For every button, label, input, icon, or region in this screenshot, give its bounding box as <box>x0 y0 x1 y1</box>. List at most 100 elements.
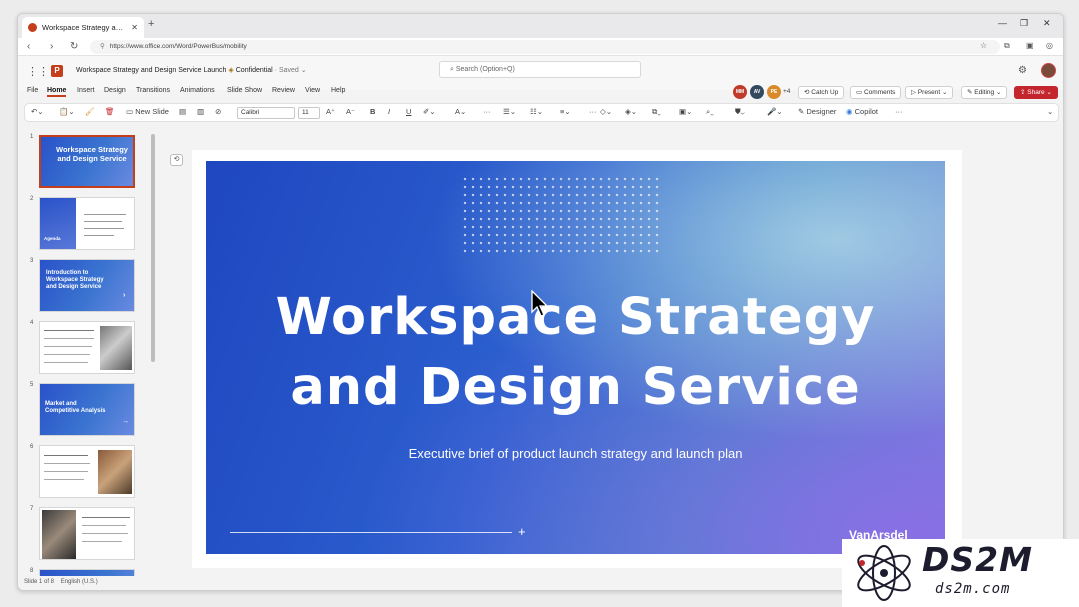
url-field[interactable]: ⚲ https://www.office.com/Word/PowerBus/mo… <box>90 40 1000 54</box>
slide-subtitle[interactable]: Executive brief of product launch strate… <box>206 446 945 461</box>
collaborator-avatar[interactable]: MM <box>733 85 747 99</box>
tab-design[interactable]: Design <box>104 87 126 94</box>
thumb-title: Introduction to Workspace Strategy and D… <box>46 270 104 290</box>
favorite-star-icon[interactable]: ☆ <box>980 41 987 50</box>
new-slide-button[interactable]: ▭ New Slide <box>126 107 169 116</box>
shape-fill-icon[interactable]: ◈⌄ <box>625 107 637 116</box>
undo-icon[interactable]: ↶⌄ <box>31 107 44 116</box>
back-icon[interactable]: ‹ <box>27 41 30 52</box>
font-size-select[interactable]: 11 <box>298 107 320 119</box>
dictate-icon[interactable]: 🎤⌄ <box>767 107 783 116</box>
browser-tab-title: Workspace Strategy and Ds... <box>42 23 126 32</box>
shapes-icon[interactable]: ◇⌄ <box>600 107 612 116</box>
delete-icon[interactable]: 🗑 <box>105 107 115 116</box>
slide-title[interactable]: Workspace Strategy and Design Service <box>206 283 945 423</box>
more-font-icon[interactable]: ··· <box>483 107 491 116</box>
editing-mode-button[interactable]: ✎ Editing ⌄ <box>961 86 1008 99</box>
font-name-select[interactable]: Calibri <box>237 107 295 119</box>
collaborator-avatar[interactable]: PE <box>767 85 781 99</box>
slide-thumbnails-panel: 1 Workspace Strategy and Design Service … <box>24 128 162 576</box>
slide-thumbnail-8[interactable] <box>39 569 135 576</box>
thumb-text-line <box>44 354 90 355</box>
tab-home[interactable]: Home <box>47 87 67 97</box>
increase-font-icon[interactable]: A⁺ <box>326 107 335 116</box>
extensions-icon[interactable]: ▣ <box>1026 41 1034 50</box>
document-name: Workspace Strategy and Design Service La… <box>76 67 227 74</box>
font-color-icon[interactable]: A⌄ <box>455 107 466 116</box>
forward-icon[interactable]: › <box>50 41 53 52</box>
underline-icon[interactable]: U <box>406 107 411 116</box>
settings-gear-icon[interactable]: ⚙ <box>1018 65 1027 76</box>
tab-insert[interactable]: Insert <box>77 87 95 94</box>
document-title[interactable]: Workspace Strategy and Design Service La… <box>76 66 307 74</box>
decrease-font-icon[interactable]: A⁻ <box>346 107 355 116</box>
catch-up-label: Catch Up <box>811 89 839 96</box>
sensitivity-ribbon-icon[interactable]: ⛊⌄ <box>735 107 745 117</box>
tab-help[interactable]: Help <box>331 87 345 94</box>
maximize-button[interactable]: ❐ <box>1020 18 1028 29</box>
layout-icon[interactable]: ▤ <box>179 107 186 116</box>
more-options-button[interactable]: ··· <box>895 107 903 116</box>
slide-thumbnail-4[interactable] <box>39 321 135 374</box>
bold-icon[interactable]: B <box>370 107 375 116</box>
account-avatar[interactable] <box>1041 63 1056 78</box>
refresh-icon[interactable]: ↻ <box>70 41 78 52</box>
hide-slide-icon[interactable]: ⊘ <box>215 107 221 116</box>
collaborator-avatar[interactable]: AV <box>750 85 764 99</box>
browser-tab[interactable]: Workspace Strategy and Ds... ✕ <box>22 17 144 38</box>
slide-number: 3 <box>30 258 34 264</box>
reuse-slides-icon[interactable]: ▥ <box>197 107 204 116</box>
numbering-icon[interactable]: ☷⌄ <box>530 107 543 116</box>
arrange-icon[interactable]: ⧉⌄ <box>652 107 661 117</box>
share-button[interactable]: ⇪ Share ⌄ <box>1014 86 1058 99</box>
catch-up-button[interactable]: ⟲ Catch Up <box>798 86 845 99</box>
format-painter-icon[interactable]: 🖌 <box>85 107 95 116</box>
align-icon[interactable]: ≡⌄ <box>560 107 571 116</box>
quick-styles-icon[interactable]: ▣⌄ <box>679 107 692 116</box>
new-tab-button[interactable]: + <box>148 18 154 30</box>
collections-icon[interactable]: ⧉ <box>1004 41 1010 51</box>
paste-icon[interactable]: 📋⌄ <box>59 107 75 116</box>
comments-button[interactable]: ▭ Comments <box>850 86 902 99</box>
main-slide[interactable]: Workspace Strategy and Design Service Ex… <box>206 161 945 554</box>
find-icon[interactable]: ⌕⌄ <box>706 107 714 117</box>
ribbon-expand-icon[interactable]: ⌄ <box>1047 107 1053 116</box>
minimize-button[interactable]: — <box>998 18 1007 28</box>
present-label: Present <box>917 89 941 96</box>
tab-view[interactable]: View <box>305 87 320 94</box>
more-paragraph-icon[interactable]: ··· <box>589 107 597 116</box>
thumb-text-line <box>44 346 92 347</box>
present-button[interactable]: ▷ Present ⌄ <box>905 86 954 99</box>
slide-thumbnail-1[interactable]: Workspace Strategy and Design Service <box>39 135 135 188</box>
tab-slide-show[interactable]: Slide Show <box>227 87 262 94</box>
slide-thumbnail-6[interactable] <box>39 445 135 498</box>
slide-thumbnail-7[interactable] <box>39 507 135 560</box>
slide-thumbnail-2[interactable]: Agenda <box>39 197 135 250</box>
slide-thumbnail-5[interactable]: Market and Competitive Analysis → <box>39 383 135 436</box>
tab-review[interactable]: Review <box>272 87 295 94</box>
copilot-slide-icon[interactable]: ⟲ <box>170 154 183 166</box>
copilot-button[interactable]: ◉ Copilot <box>846 107 878 116</box>
tab-transitions[interactable]: Transitions <box>136 87 170 94</box>
close-tab-icon[interactable]: ✕ <box>131 23 138 32</box>
close-window-button[interactable]: ✕ <box>1043 18 1051 29</box>
sensitivity-label: Confidential <box>235 67 273 74</box>
extra-collaborators-count[interactable]: +4 <box>783 88 790 95</box>
language-indicator[interactable]: English (U.S.) <box>61 579 98 585</box>
search-box[interactable]: ⌕ Search (Option+Q) <box>439 61 641 78</box>
mouse-cursor-icon <box>531 290 549 317</box>
tab-file[interactable]: File <box>27 87 38 94</box>
catch-up-icon: ⟲ <box>804 89 810 96</box>
search-icon: ⌕ <box>450 66 454 73</box>
thumb-text-line <box>44 455 88 456</box>
italic-icon[interactable]: I <box>388 107 390 116</box>
thumbnail-scrollbar[interactable] <box>151 134 155 362</box>
tab-animations[interactable]: Animations <box>180 87 215 94</box>
copilot-browser-icon[interactable]: ◎ <box>1046 41 1053 50</box>
slide-thumbnail-3[interactable]: Introduction to Workspace Strategy and D… <box>39 259 135 312</box>
slide-number: 1 <box>30 134 34 140</box>
thumb-agenda-label: Agenda <box>44 236 61 241</box>
highlight-icon[interactable]: ✐⌄ <box>423 107 436 116</box>
designer-button[interactable]: ✎ Designer <box>798 107 836 116</box>
bullets-icon[interactable]: ☰⌄ <box>503 107 516 116</box>
